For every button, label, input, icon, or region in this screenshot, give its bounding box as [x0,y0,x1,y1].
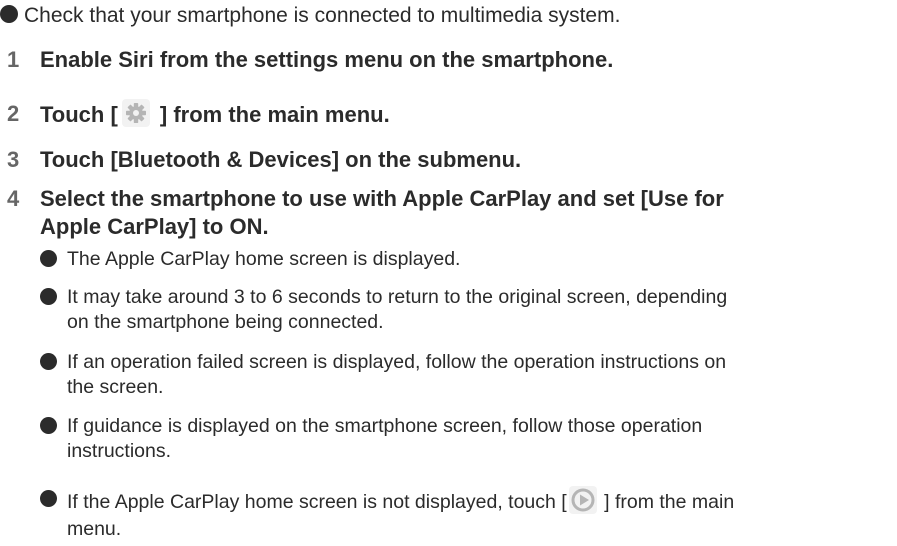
step-text-before: Touch [ [40,102,118,127]
intro-note: Check that your smartphone is connected … [0,2,620,30]
step-number: 1 [7,47,20,72]
note-text-after: ] from the main [598,491,735,513]
intro-text: Check that your smartphone is connected … [24,4,621,27]
bullet-icon [0,5,18,23]
note-text-before: If the Apple CarPlay home screen is not … [67,491,567,513]
step-number: 4 [7,186,20,211]
step-number: 2 [7,101,20,126]
bullet-icon [40,353,57,370]
gear-icon [121,99,150,127]
step-text: Touch [Bluetooth & Devices] on the subme… [40,147,522,172]
note-text-line-2: instructions. [67,440,172,462]
step-text-line-2: Apple CarPlay] to ON. [40,214,269,239]
bullet-icon [40,250,57,267]
bullet-icon [40,417,57,434]
step-text: Enable Siri from the settings menu on th… [40,47,614,72]
note-text-line-2: menu. [67,518,122,540]
step-text-line-1: Select the smartphone to use with Apple … [40,186,724,211]
note-text-line-1: If guidance is displayed on the smartpho… [67,415,703,437]
note-text-line-1: If an operation failed screen is display… [67,351,727,373]
step-text: Touch [ ] from the main menu. [40,99,390,130]
step-text-after: ] from the main menu. [153,102,390,127]
bullet-icon [40,288,57,305]
note-text-line-2: on the smartphone being connected. [67,311,384,333]
carplay-play-icon [568,486,597,514]
bullet-icon [40,490,57,507]
note-text: The Apple CarPlay home screen is display… [67,248,461,270]
note-text-line-1: It may take around 3 to 6 seconds to ret… [67,286,728,308]
note-text-line-1: If the Apple CarPlay home screen is not … [67,486,734,515]
step-number: 3 [7,147,20,172]
note-text-line-2: the screen. [67,376,164,398]
